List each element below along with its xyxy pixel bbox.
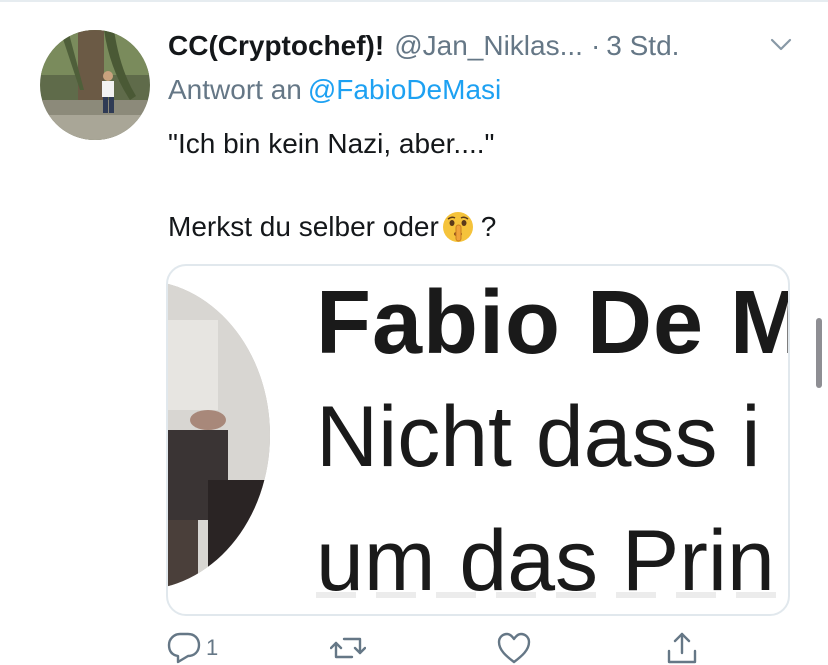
media-faint-text	[316, 592, 786, 598]
tweet-action-bar: 1	[166, 628, 706, 665]
tweet-text-line-2-end: ?	[480, 211, 497, 242]
like-icon	[497, 632, 531, 664]
share-icon	[667, 632, 697, 664]
meta-separator: ·	[590, 30, 601, 61]
scrollbar-thumb[interactable]	[816, 318, 822, 388]
chevron-down-icon[interactable]	[770, 38, 792, 52]
tweet-text-line-2: Merkst du selber oder ?	[168, 210, 496, 244]
retweet-icon	[330, 637, 366, 659]
tweet-text-line-1: "Ich bin kein Nazi, aber...."	[168, 128, 495, 159]
avatar[interactable]	[40, 30, 150, 140]
display-name[interactable]: CC(Cryptochef)!	[168, 30, 384, 62]
tweet-timestamp[interactable]: 3 Std.	[606, 30, 679, 62]
media-title-text: Fabio De M	[316, 273, 790, 373]
reply-prefix: Antwort an	[168, 74, 302, 105]
reply-button[interactable]: 1	[166, 628, 218, 665]
tweet-page: CC(Cryptochef)! @Jan_Niklas... · 3 Std. …	[0, 0, 828, 665]
media-image: Fabio De M Nicht dass i um das Prin	[168, 266, 788, 614]
like-button[interactable]	[496, 628, 532, 665]
reply-mention-link[interactable]: @FabioDeMasi	[308, 74, 501, 105]
shushing-face-emoji-icon	[442, 212, 473, 242]
top-divider	[0, 0, 828, 2]
media-text-line-1: Nicht dass i	[316, 389, 761, 485]
retweet-button[interactable]	[330, 628, 366, 665]
media-card[interactable]: Fabio De M Nicht dass i um das Prin	[166, 264, 790, 616]
user-handle[interactable]: @Jan_Niklas...	[394, 30, 583, 62]
tweet-header: CC(Cryptochef)! @Jan_Niklas... · 3 Std.	[168, 24, 808, 68]
reply-context: Antwort an @FabioDeMasi	[168, 74, 501, 112]
reply-count: 1	[206, 635, 219, 660]
avatar-photo	[40, 30, 150, 140]
reply-icon	[167, 632, 201, 664]
share-button[interactable]	[664, 628, 700, 665]
media-profile-photo	[168, 280, 270, 590]
tweet-text-line-2-body: Merkst du selber oder	[168, 211, 439, 242]
media-photo-graphic	[168, 280, 270, 590]
